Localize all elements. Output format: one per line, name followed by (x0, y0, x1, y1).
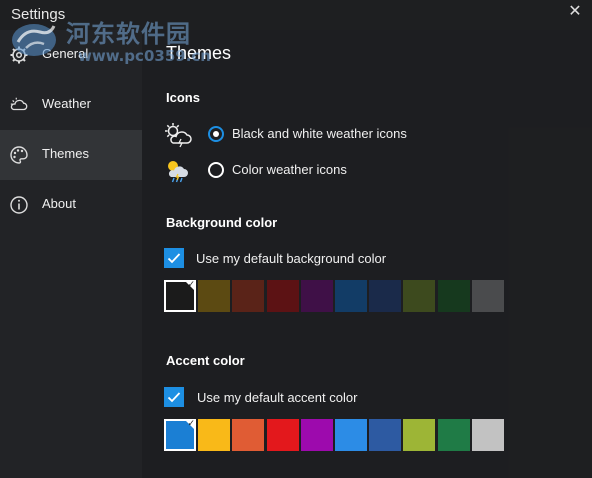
color-swatch[interactable] (403, 280, 436, 312)
sidebar-item-label: Weather (42, 96, 91, 111)
color-swatch[interactable] (471, 280, 504, 312)
sidebar-item-about[interactable]: About (0, 180, 142, 230)
close-icon[interactable]: ✕ (568, 4, 582, 20)
color-swatch[interactable] (198, 419, 231, 451)
sidebar-item-themes[interactable]: Themes (0, 130, 142, 180)
color-swatch[interactable] (437, 280, 470, 312)
sidebar-item-general[interactable]: General (0, 30, 142, 80)
palette-icon (10, 146, 28, 164)
color-swatch[interactable] (198, 280, 231, 312)
color-icons-radio[interactable] (208, 162, 224, 178)
color-swatch[interactable] (335, 280, 367, 312)
checkmark-icon: ✓ (187, 418, 195, 428)
sidebar-item-label: About (42, 196, 76, 211)
window-title: Settings (11, 6, 66, 23)
icon-option-monochrome: Black and white weather icons (164, 122, 464, 148)
monochrome-weather-icon (165, 123, 192, 148)
sidebar-item-label: General (42, 46, 89, 61)
checkmark-icon (167, 253, 181, 264)
checkmark-icon: ✓ (187, 279, 195, 289)
color-swatch[interactable] (335, 419, 367, 451)
themes-panel: Themes Icons Black and white weather ico… (142, 30, 592, 478)
default-accent-checkbox[interactable] (164, 387, 184, 407)
info-icon (10, 196, 28, 214)
default-background-checkbox[interactable] (164, 248, 184, 268)
color-swatch[interactable] (232, 280, 265, 312)
gear-icon (10, 46, 28, 64)
default-accent-label: Use my default accent color (197, 390, 358, 405)
title-bar: Settings ✕ (0, 0, 592, 30)
default-background-label: Use my default background color (196, 251, 387, 266)
color-swatch[interactable] (232, 419, 265, 451)
sidebar: General Weather Themes About (0, 30, 142, 478)
color-swatch[interactable]: ✓ (164, 279, 196, 312)
color-swatch[interactable] (369, 419, 402, 451)
color-swatch[interactable] (471, 419, 504, 451)
page-title: Themes (166, 43, 232, 63)
color-weather-icon (168, 161, 188, 183)
weather-cloud-icon (10, 97, 28, 111)
icon-option-color: Color weather icons (164, 158, 464, 184)
color-swatch[interactable] (300, 419, 333, 451)
monochrome-icons-radio[interactable] (208, 126, 224, 142)
checkmark-icon (167, 392, 181, 403)
accent-section-title: Accent color (166, 353, 245, 368)
color-swatch[interactable] (266, 280, 299, 312)
color-swatch[interactable] (437, 419, 470, 451)
background-section-title: Background color (166, 215, 278, 230)
sidebar-item-weather[interactable]: Weather (0, 80, 142, 130)
color-icons-label: Color weather icons (232, 162, 347, 177)
background-swatches: ✓ (164, 279, 544, 314)
monochrome-icons-label: Black and white weather icons (232, 126, 407, 141)
sidebar-item-label: Themes (42, 146, 89, 161)
icons-section-title: Icons (166, 90, 200, 105)
accent-swatches: ✓ (164, 418, 544, 453)
color-swatch[interactable] (403, 419, 436, 451)
color-swatch[interactable] (300, 280, 333, 312)
color-swatch[interactable]: ✓ (164, 418, 196, 451)
color-swatch[interactable] (266, 419, 299, 451)
color-swatch[interactable] (369, 280, 402, 312)
